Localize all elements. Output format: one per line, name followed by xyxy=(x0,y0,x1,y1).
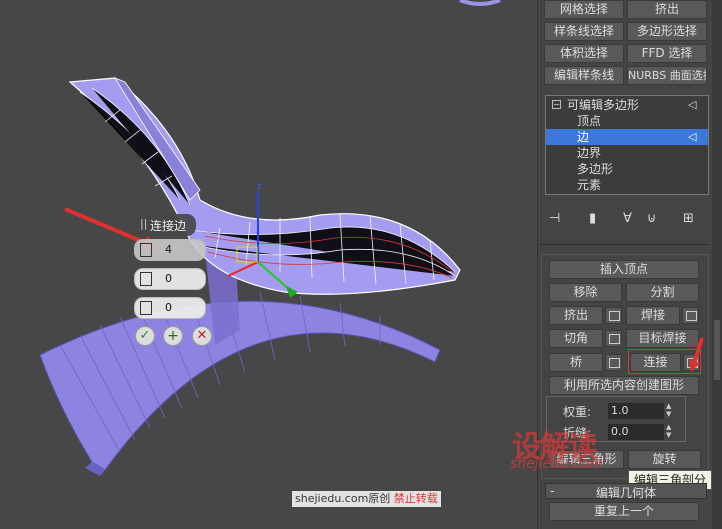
scrollbar-thumb[interactable] xyxy=(714,320,720,380)
viewport-perspective[interactable]: z xyxy=(0,0,537,529)
caddy-apply-button[interactable]: + xyxy=(163,326,183,346)
configure-sets-icon[interactable]: ⊞ xyxy=(683,211,694,226)
caddy-title-bar[interactable]: || 连接边 xyxy=(134,214,196,236)
connect-button[interactable]: 连接 xyxy=(630,353,681,372)
stack-item-border[interactable]: 边界 xyxy=(546,145,708,161)
remove-button[interactable]: 移除 xyxy=(549,283,622,302)
poly-select-button[interactable]: 多边形选择 xyxy=(627,22,707,41)
edit-geometry-rollout-header[interactable]: - 编辑几何体 xyxy=(545,483,707,500)
stack-item-edge[interactable]: 边 ◁ xyxy=(546,129,708,145)
axis-z-label: z xyxy=(257,182,262,192)
bridge-button[interactable]: 桥 xyxy=(549,353,603,372)
triangle-light-icon: ◁ xyxy=(688,98,697,111)
stack-item-polygon[interactable]: 多边形 xyxy=(546,161,708,177)
crease-field[interactable]: 0.0 xyxy=(608,424,664,440)
crease-spinner-icon[interactable]: ▲ ▼ xyxy=(666,423,671,439)
caddy-pinch-value: 0 xyxy=(165,272,172,285)
spline-select-button[interactable]: 样条线选择 xyxy=(544,22,624,41)
stack-toolbar: ⊣ ▮ ∀ ⊍ ⊞ xyxy=(549,211,709,231)
extrude-button[interactable]: 挤出 xyxy=(549,306,603,325)
extrude-modifier-button[interactable]: 挤出 xyxy=(627,0,707,19)
watermark-site: shejiedu.com xyxy=(510,456,604,472)
caddy-segments-row[interactable]: 4 xyxy=(134,239,206,261)
insert-vertex-button[interactable]: 插入顶点 xyxy=(549,260,699,279)
caddy-slide-value: 0 xyxy=(165,301,172,314)
grip-icon: || xyxy=(140,217,148,230)
pinch-icon xyxy=(140,272,152,286)
split-button[interactable]: 分割 xyxy=(626,283,699,302)
chamfer-button[interactable]: 切角 xyxy=(549,329,603,348)
segments-icon xyxy=(140,243,152,257)
chair-mesh xyxy=(39,0,501,476)
caddy-segments-value: 4 xyxy=(165,243,172,256)
vol-select-button[interactable]: 体积选择 xyxy=(544,44,624,63)
create-shape-button[interactable]: 利用所选内容创建图形 xyxy=(549,376,699,395)
nurbs-select-button[interactable]: NURBS 曲面选择 xyxy=(627,66,707,85)
stack-item-vertex[interactable]: 顶点 xyxy=(546,113,708,129)
bridge-settings-button[interactable] xyxy=(605,354,622,371)
close-icon: ✕ xyxy=(196,328,208,343)
extrude-settings-button[interactable] xyxy=(605,307,622,324)
check-icon: ✓ xyxy=(139,328,151,343)
caddy-pinch-row[interactable]: 0 xyxy=(134,268,206,290)
panel-scrollbar[interactable] xyxy=(712,0,722,529)
weight-field[interactable]: 1.0 xyxy=(608,403,664,419)
watermark-footer: shejiedu.com原创 禁止转载 xyxy=(292,491,441,507)
caddy-slide-row[interactable]: 0 xyxy=(134,297,206,319)
modifier-stack: − 可编辑多边形 ◁ 顶点 边 ◁ 边界 多边形 元素 xyxy=(545,95,709,195)
show-end-result-icon[interactable]: ▮ xyxy=(589,211,596,226)
weight-spinner-icon[interactable]: ▲ ▼ xyxy=(666,402,671,418)
weld-button[interactable]: 焊接 xyxy=(626,306,680,325)
remove-modifier-icon[interactable]: ⊍ xyxy=(647,211,657,226)
plus-icon: + xyxy=(167,328,179,344)
separator xyxy=(540,244,710,245)
ffd-select-button[interactable]: FFD 选择 xyxy=(627,44,707,63)
edit-spline-button[interactable]: 编辑样条线 xyxy=(544,66,624,85)
weld-settings-button[interactable] xyxy=(682,307,699,324)
weight-label: 权重: xyxy=(563,405,592,419)
caddy-ok-button[interactable]: ✓ xyxy=(135,326,155,346)
mesh-select-button[interactable]: 网格选择 xyxy=(544,0,624,19)
caddy-title: 连接边 xyxy=(150,219,187,233)
slide-icon xyxy=(140,301,152,315)
stack-item-editable-poly[interactable]: − 可编辑多边形 ◁ xyxy=(546,97,708,113)
repeat-last-button[interactable]: 重复上一个 xyxy=(549,502,699,521)
make-unique-icon[interactable]: ∀ xyxy=(623,211,632,226)
pin-stack-icon[interactable]: ⊣ xyxy=(549,211,560,226)
caddy-cancel-button[interactable]: ✕ xyxy=(192,326,212,346)
annotation-arrow-icon xyxy=(689,337,704,372)
chamfer-settings-button[interactable] xyxy=(605,330,622,347)
stack-item-element[interactable]: 元素 xyxy=(546,177,708,193)
collapse-icon: − xyxy=(552,100,561,109)
turn-button[interactable]: 旋转 xyxy=(628,450,701,469)
triangle-light-icon: ◁ xyxy=(688,130,697,143)
